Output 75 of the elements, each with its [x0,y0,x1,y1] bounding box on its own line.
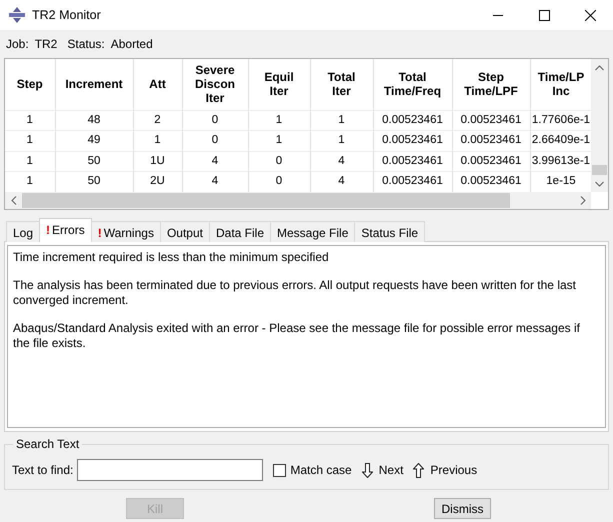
column-header[interactable]: Severe Discon Iter [182,59,248,110]
tab[interactable]: Log [6,221,40,242]
table-cell: 1 [248,130,310,151]
tab-label: Log [13,226,34,240]
field-label: Text to find: [12,462,74,479]
previous-button[interactable]: Previous [413,461,478,479]
tab[interactable]: Message File [270,221,356,242]
button[interactable]: Dismiss [434,498,491,519]
table-cell: 4 [310,151,373,172]
down-arrow-icon [362,462,373,478]
group-title: Search Text [13,437,82,451]
status-label: Status: [67,36,105,53]
horizontal-scrollbar[interactable] [5,192,591,209]
checkbox-label: Match case [290,462,352,479]
table-cell: 1 [310,110,373,130]
table-cell: 1 [310,130,373,151]
table-cell: 1 [5,151,55,172]
column-header[interactable]: Total Time/Freq [373,59,452,110]
tab[interactable]: ! Warnings [90,221,161,242]
status-value: Aborted [110,36,153,53]
scroll-right-icon[interactable] [580,196,586,205]
tab-label: Output [166,226,203,240]
table-cell: 0 [182,130,248,151]
table-cell: 2 [133,110,182,130]
table-cell: 0.00523461 [373,130,452,151]
job-label: Job: [6,36,29,53]
table-cell: 0.00523461 [452,110,530,130]
app-icon [8,7,26,23]
window-title: TR2 Monitor [32,6,102,24]
alert-mark: ! [98,226,102,240]
table-cell: 0.00523461 [373,110,452,130]
job-name: TR2 [34,36,58,53]
table-cell: 1 [5,110,55,130]
table-cell: 4 [182,151,248,172]
tab[interactable]: Status File [354,221,426,242]
tab-label: Data File [216,226,264,240]
close-icon [584,10,596,20]
table-cell: 1 [133,130,182,151]
table-cell: 50 [55,151,133,172]
column-header[interactable]: Total Iter [310,59,373,110]
tab-label: Warnings [104,226,154,240]
table-cell: 1 [5,130,55,151]
column-header[interactable]: Step Time/LPF [452,59,530,110]
table-cell: 0.00523461 [373,151,452,172]
scroll-up-icon[interactable] [595,64,604,70]
tab[interactable]: ! Errors [39,218,92,242]
tab-label: Status File [361,226,418,240]
column-header[interactable]: Increment [55,59,133,110]
tab[interactable]: Data File [208,221,272,242]
column-header[interactable]: Equil Iter [248,59,310,110]
table-cell: 0.00523461 [452,151,530,172]
next-button[interactable]: Next [362,461,404,479]
table-cell: 48 [55,110,133,130]
alert-mark: ! [46,223,50,237]
table-cell: 1U [133,151,182,172]
scrollbar-thumb[interactable] [592,165,607,175]
table-cell: 49 [55,130,133,151]
up-arrow-icon [413,462,424,478]
tab[interactable]: Output [160,221,210,242]
column-header[interactable]: Att [133,59,182,110]
scroll-down-icon[interactable] [595,180,604,186]
maximize-icon [538,10,550,20]
table-cell: 0 [248,151,310,172]
table-cell: 1 [248,110,310,130]
tab-label: Message File [277,226,348,240]
search-field[interactable] [77,459,264,481]
scroll-left-icon[interactable] [10,196,16,205]
table-cell: 0.00523461 [452,130,530,151]
vertical-scrollbar[interactable] [591,59,608,192]
scrollbar-thumb[interactable] [22,193,510,208]
table-cell: 0 [182,110,248,130]
tab-label: Errors [52,223,85,237]
column-header[interactable]: Step [5,59,55,110]
message-area: Time increment required is less than the minimum specified The analysis has been terminated due to previous errors. All output requests have been written for the last converged increment. Abaqus/Standard Analysis exited with an error - Please see the message file for possible error messages if the file exists. [7,245,606,428]
checkbox[interactable] [273,464,286,476]
